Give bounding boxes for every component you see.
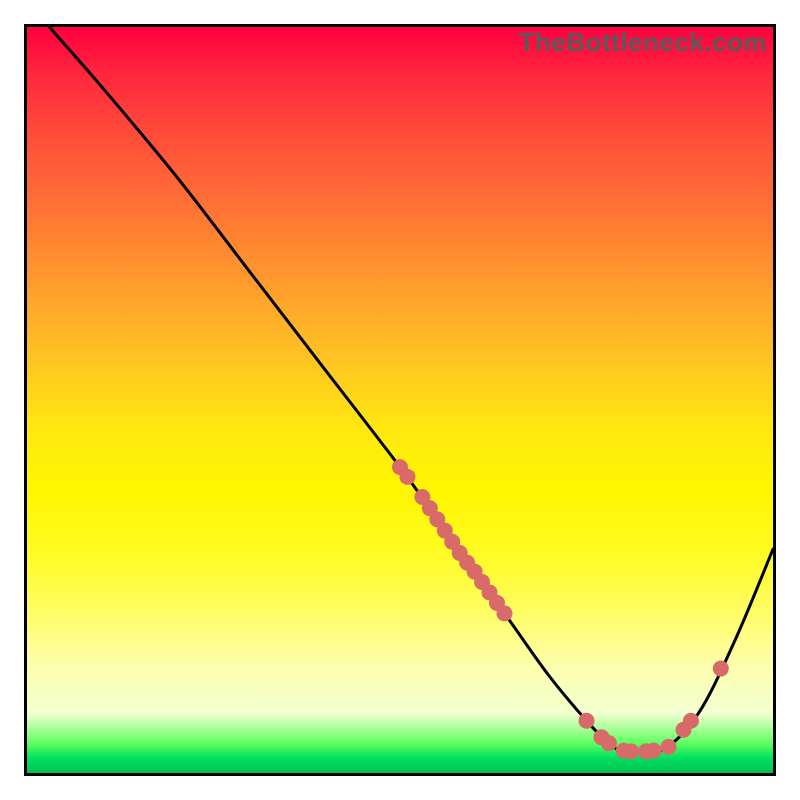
chart-frame: TheBottleneck.com [24, 24, 776, 776]
chart-marker [646, 743, 662, 759]
chart-curve [49, 27, 773, 754]
chart-marker [623, 743, 639, 759]
chart-marker [713, 661, 729, 677]
chart-marker [579, 713, 595, 729]
chart-marker [496, 605, 512, 621]
chart-marker [661, 739, 677, 755]
chart-marker [601, 735, 617, 751]
chart-svg [27, 27, 773, 773]
chart-markers [392, 459, 729, 759]
chart-marker [683, 713, 699, 729]
chart-marker [399, 469, 415, 485]
